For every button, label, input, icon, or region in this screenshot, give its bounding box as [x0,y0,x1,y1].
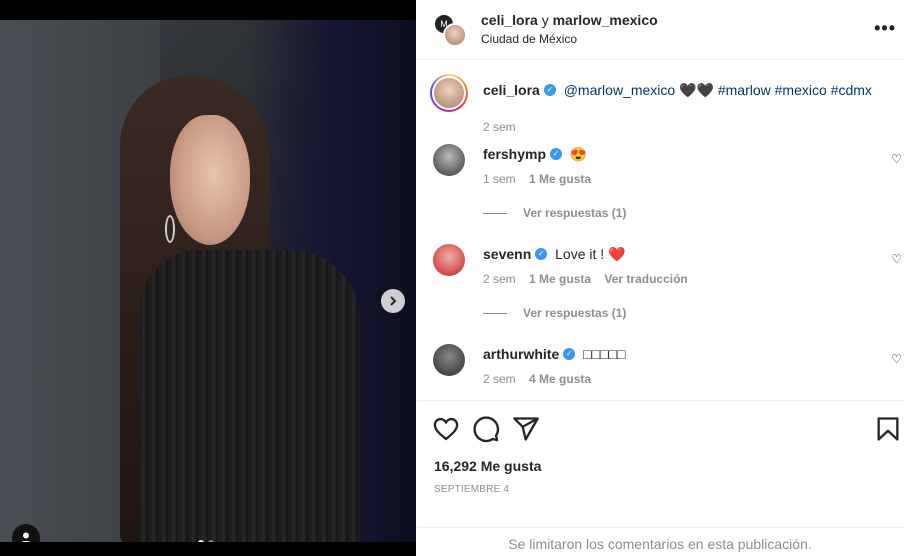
caption-avatar[interactable] [430,74,468,112]
comment-meta: 2 sem 4 Me gusta [483,372,601,386]
replies-line [483,313,507,315]
comment-avatar[interactable] [433,344,465,376]
comment-meta: 2 sem 1 Me gusta Ver traducción [483,272,698,286]
header-avatars[interactable]: M [433,13,467,47]
comment-like-heart-icon[interactable]: ♡ [891,252,902,266]
comment-likes[interactable]: 1 Me gusta [529,172,591,186]
comment-avatar[interactable] [433,144,465,176]
comment-like-heart-icon[interactable]: ♡ [891,152,902,166]
carousel-next-button[interactable] [381,289,405,313]
photo-subject [110,75,380,542]
comment-row: sevenn ✓ Love it ! ❤️ ♡ 2 sem 1 Me gusta … [416,244,904,334]
comment-body: □□□□□ [583,346,626,362]
comment-user[interactable]: fershymp [483,146,546,162]
comment-time[interactable]: 1 sem [483,172,516,186]
post-actions: 16,292 Me gusta SEPTIEMBRE 4 Se limitaro… [416,400,904,552]
header-user2[interactable]: marlow_mexico [553,12,658,28]
comment-row: fershymp ✓ 😍 ♡ 1 sem 1 Me gusta Ver respu… [416,144,904,234]
share-send-icon[interactable] [512,415,540,443]
user-icon [21,532,31,542]
comment-user[interactable]: arthurwhite [483,346,559,362]
view-replies-label: Ver respuestas (1) [523,206,627,220]
header-joiner: y [537,12,553,28]
avatar-image [432,76,466,110]
caption-meta: 2 sem [483,120,526,134]
post-header: M celi_lora y marlow_mexico Ciudad de Mé… [416,0,904,60]
comment-like-heart-icon[interactable]: ♡ [891,352,902,366]
photo-jacket [140,250,360,542]
bookmark-icon[interactable] [874,415,902,443]
comment-text: sevenn ✓ Love it ! ❤️ [483,246,626,263]
post-date[interactable]: SEPTIEMBRE 4 [434,484,509,495]
comment-text: arthurwhite ✓ □□□□□ [483,346,625,362]
carousel-dots [198,540,214,542]
comment-time[interactable]: 2 sem [483,272,516,286]
like-heart-icon[interactable] [432,415,460,443]
post-panel: M celi_lora y marlow_mexico Ciudad de Mé… [416,0,904,556]
header-user1[interactable]: celi_lora [481,12,538,28]
photo-face [170,115,250,245]
likes-count[interactable]: 16,292 Me gusta [434,458,541,474]
comment-likes[interactable]: 4 Me gusta [529,372,591,386]
caption-row: celi_lora ✓ @marlow_mexico 🖤🖤 #marlow #me… [416,74,904,134]
view-replies-button[interactable]: Ver respuestas (1) [483,206,626,220]
comment-time[interactable]: 2 sem [483,372,516,386]
carousel-dot [208,540,214,542]
comment-bubble-icon[interactable] [472,415,500,443]
caption-user[interactable]: celi_lora [483,82,540,98]
comment-meta: 1 sem 1 Me gusta [483,172,601,186]
comment-row: arthurwhite ✓ □□□□□ ♡ 2 sem 4 Me gusta [416,344,904,394]
verified-icon: ✓ [543,84,556,97]
view-replies-button[interactable]: Ver respuestas (1) [483,306,626,320]
comments-list: celi_lora ✓ @marlow_mexico 🖤🖤 #marlow #me… [416,60,904,400]
verified-icon: ✓ [563,348,576,361]
header-users: celi_lora y marlow_mexico [481,12,658,28]
comment-body: Love it ! ❤️ [555,246,626,262]
avatar-celi [443,23,467,47]
header-location[interactable]: Ciudad de México [481,32,577,46]
translate-button[interactable]: Ver traducción [604,272,687,286]
top-strip [0,0,416,20]
chevron-right-icon [390,296,397,306]
post-media[interactable] [0,20,416,542]
caption-tags[interactable]: #marlow #mexico #cdmx [718,82,872,98]
comments-limited-notice: Se limitaron los comentarios en esta pub… [416,527,904,556]
comment-avatar[interactable] [433,244,465,276]
comment-body: 😍 [569,146,588,162]
more-options-icon[interactable]: ••• [874,18,896,39]
verified-icon: ✓ [535,248,548,261]
caption-hearts: 🖤🖤 [679,82,714,98]
photo-earring [165,215,175,243]
carousel-dot-active [198,540,204,542]
replies-line [483,213,507,215]
caption-mention[interactable]: @marlow_mexico [564,82,675,98]
caption-text: celi_lora ✓ @marlow_mexico 🖤🖤 #marlow #me… [483,82,872,99]
comment-user[interactable]: sevenn [483,246,531,262]
view-replies-label: Ver respuestas (1) [523,306,627,320]
verified-icon: ✓ [550,148,563,161]
comment-likes[interactable]: 1 Me gusta [529,272,591,286]
caption-time[interactable]: 2 sem [483,120,516,134]
comment-text: fershymp ✓ 😍 [483,146,587,163]
